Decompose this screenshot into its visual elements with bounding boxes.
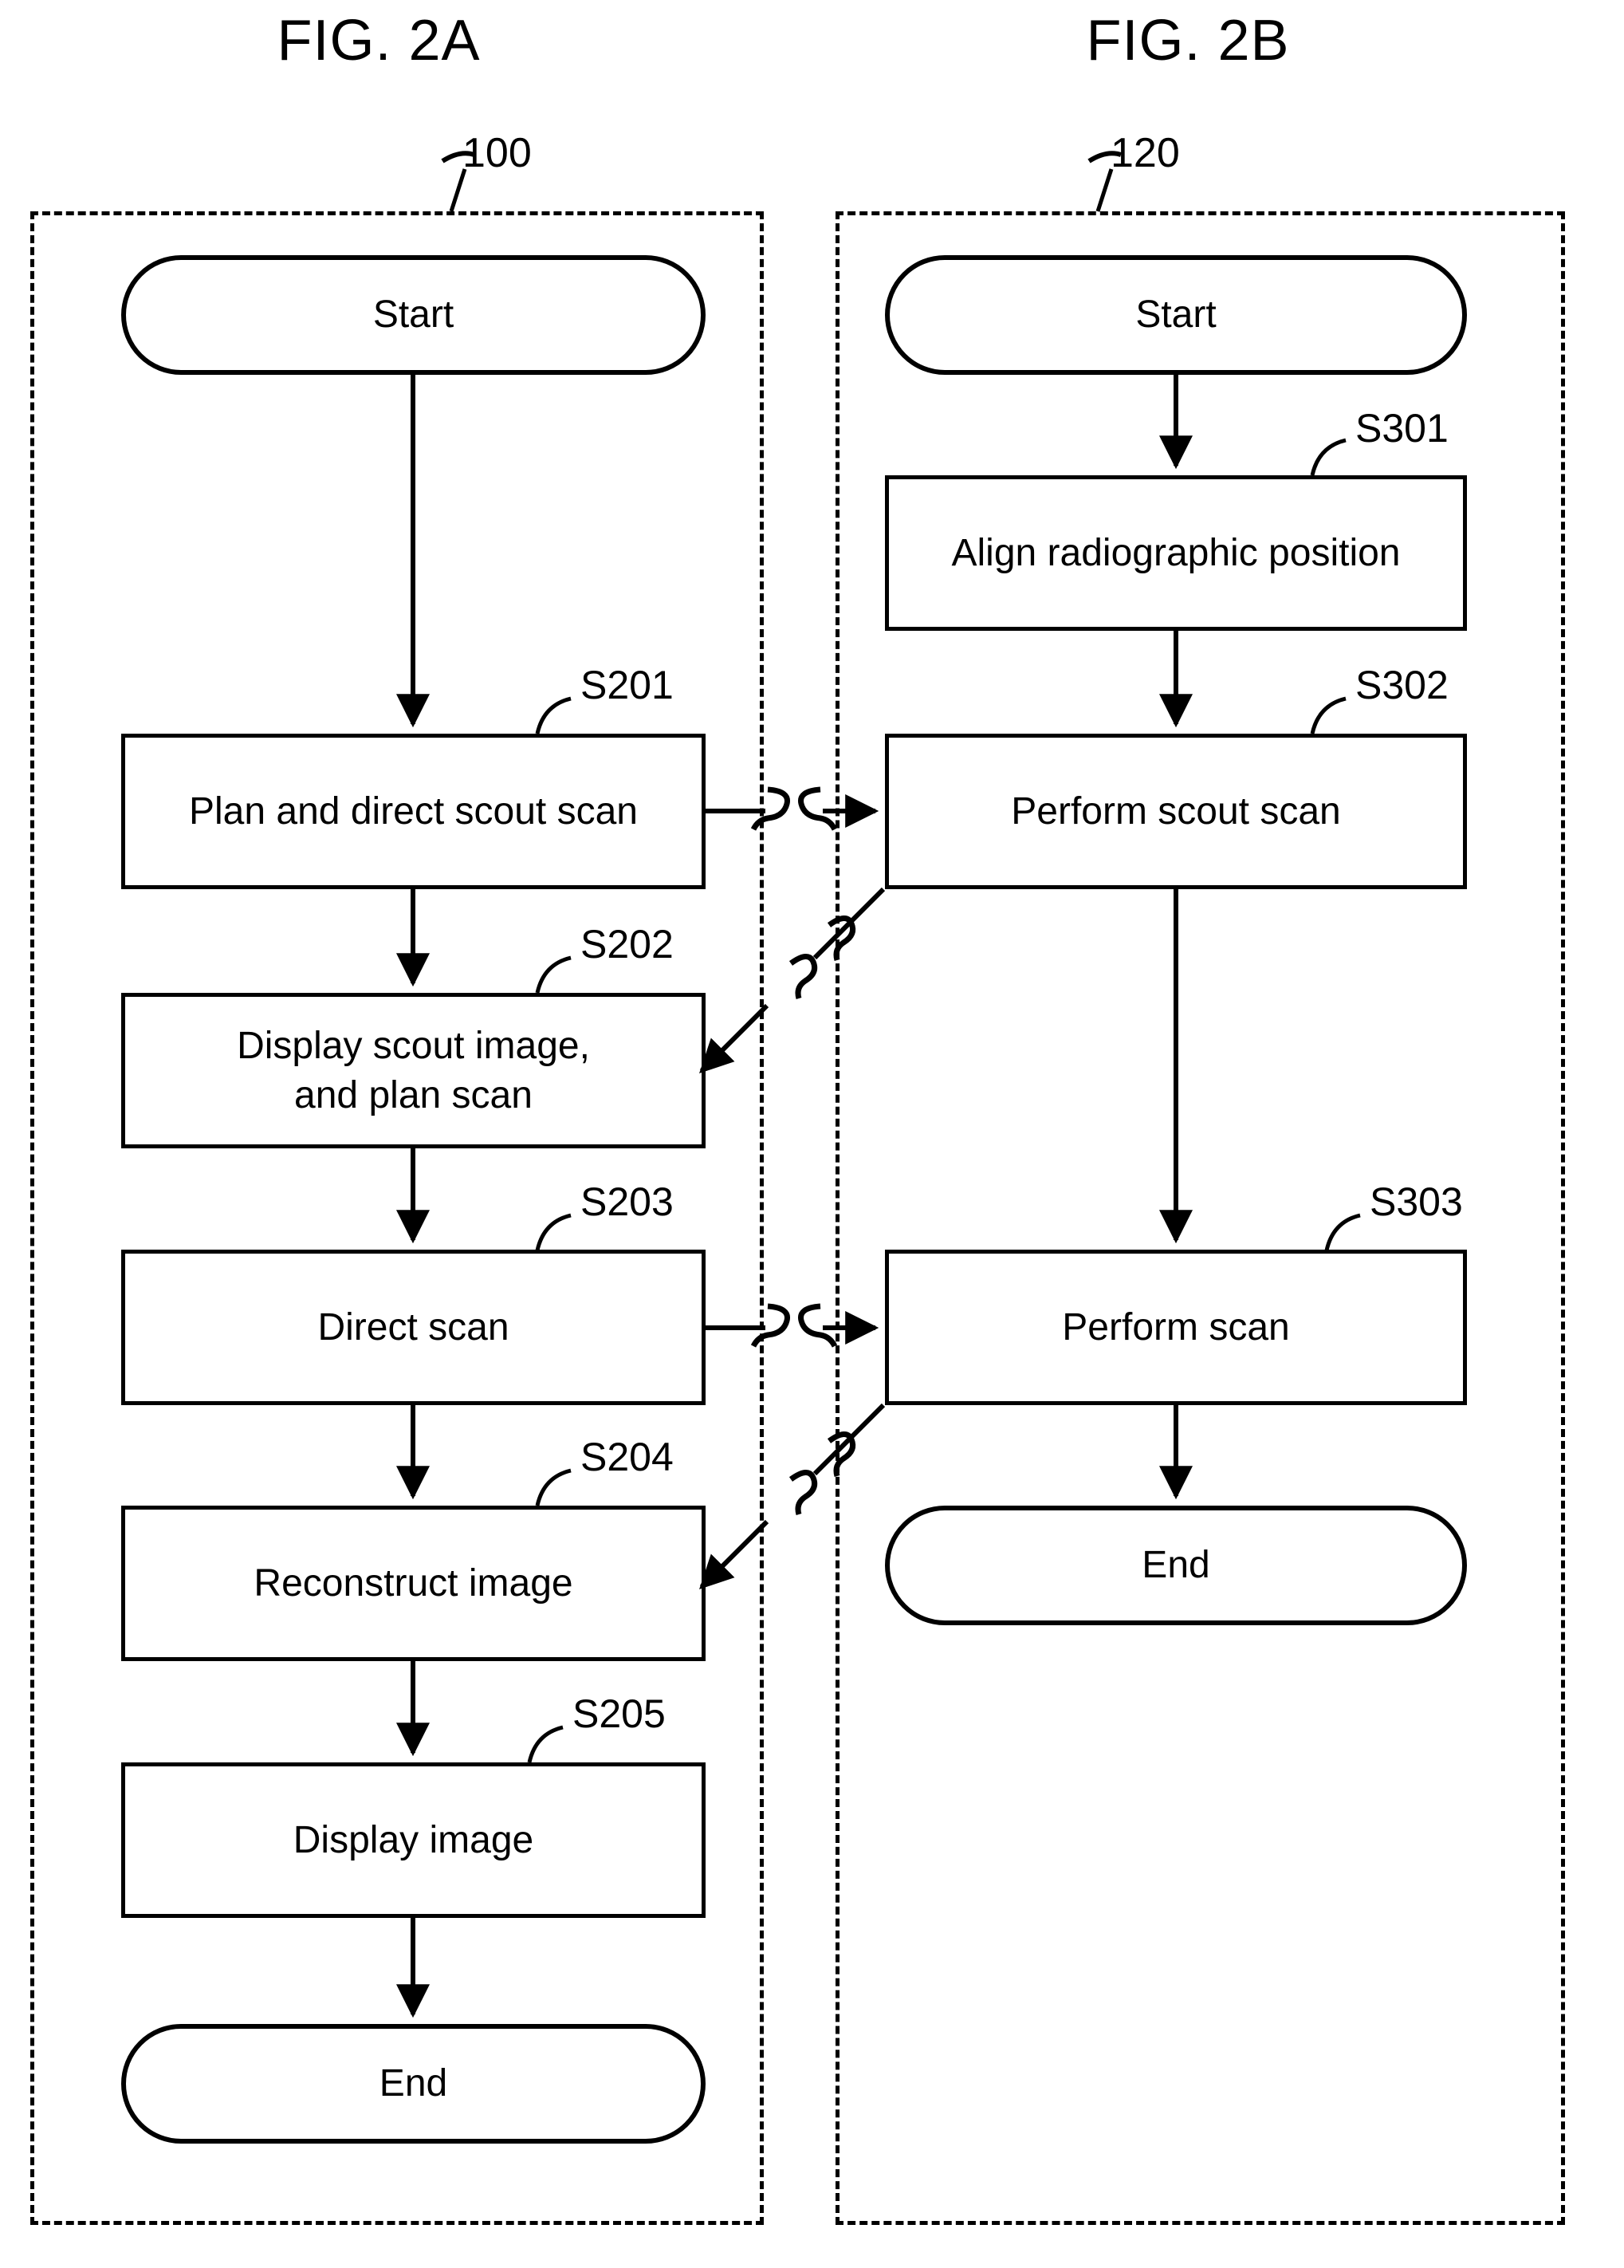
fig2a-step-s205-reference: S205: [572, 1691, 666, 1736]
fig2a-start-node: Start: [121, 255, 706, 375]
fig2a-step-s204-label: Reconstruct image: [254, 1561, 573, 1605]
fig2a-step-s204-reference: S204: [580, 1435, 674, 1479]
fig2b-end-node: End: [885, 1506, 1467, 1625]
fig2a-end-label: End: [379, 2062, 448, 2105]
fig2a-end-node: End: [121, 2024, 706, 2144]
fig2b-start-label: Start: [1135, 293, 1217, 337]
reference-numeral-100: 100: [462, 130, 532, 176]
figure-2a-title: FIG. 2A: [277, 9, 481, 73]
fig2b-start-node: Start: [885, 255, 1467, 375]
fig2b-step-s303-label: Perform scan: [1062, 1305, 1290, 1349]
fig2a-step-s203-node: Direct scan: [121, 1250, 706, 1405]
fig2a-start-label: Start: [372, 293, 454, 337]
break-symbol-icon: [788, 954, 818, 999]
fig2a-step-s203-reference: S203: [580, 1179, 674, 1224]
fig2a-step-s205-label: Display image: [293, 1818, 534, 1861]
figure-2b-title: FIG. 2B: [1086, 9, 1290, 73]
fig2b-step-s302-node: Perform scout scan: [885, 734, 1467, 889]
fig2b-step-s301-reference: S301: [1355, 406, 1449, 451]
fig2b-step-s301-node: Align radiographic position: [885, 475, 1467, 631]
fig2a-step-s202-label: Display scout image, and plan scan: [237, 1025, 590, 1116]
fig2a-step-s201-reference: S201: [580, 663, 674, 707]
fig2a-step-s201-node: Plan and direct scout scan: [121, 734, 706, 889]
fig2b-step-s301-label: Align radiographic position: [951, 531, 1401, 574]
break-symbol-icon: [798, 1303, 838, 1348]
fig2b-step-s302-reference: S302: [1355, 663, 1449, 707]
fig2a-step-s204-node: Reconstruct image: [121, 1506, 706, 1661]
fig2b-end-label: End: [1142, 1544, 1210, 1587]
fig2b-step-s302-label: Perform scout scan: [1011, 789, 1341, 833]
fig2b-step-s303-reference: S303: [1370, 1179, 1463, 1224]
fig2b-step-s303-node: Perform scan: [885, 1250, 1467, 1405]
reference-numeral-120: 120: [1111, 130, 1180, 176]
fig2a-step-s201-label: Plan and direct scout scan: [189, 789, 638, 833]
break-symbol-icon: [788, 1470, 818, 1515]
leader-line-120: [1095, 168, 1114, 212]
fig2a-step-s203-label: Direct scan: [317, 1305, 509, 1349]
patent-figure-page: FIG. 2A FIG. 2B 100 120 Start Plan and d…: [0, 0, 1624, 2268]
fig2a-step-s205-node: Display image: [121, 1762, 706, 1918]
fig2a-step-s202-node: Display scout image, and plan scan: [121, 993, 706, 1148]
fig2a-step-s202-reference: S202: [580, 922, 674, 967]
break-symbol-icon: [798, 786, 838, 831]
